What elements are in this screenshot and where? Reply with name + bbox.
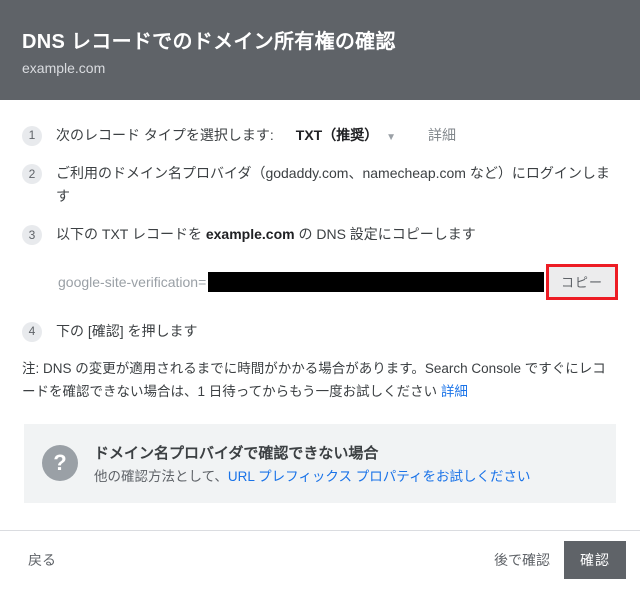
dialog-header: DNS レコードでのドメイン所有権の確認 example.com <box>0 0 640 100</box>
help-url-prefix-link[interactable]: URL プレフィックス プロパティをお試しください <box>228 469 531 484</box>
step-3-domain: example.com <box>206 226 295 242</box>
help-sub-prefix: 他の確認方法として、 <box>94 469 228 484</box>
dns-note-details-link[interactable]: 詳細 <box>441 384 468 399</box>
record-type-value: TXT（推奨） <box>296 127 378 143</box>
step-number-badge: 2 <box>22 164 42 184</box>
step-1-label: 次のレコード タイプを選択します: <box>56 124 274 146</box>
step-4-text: 下の [確認] を押します <box>56 320 618 342</box>
dns-note-text: 注: DNS の変更が適用されるまでに時間がかかる場合があります。Search … <box>22 361 606 399</box>
step-3-prefix: 以下の TXT レコードを <box>56 226 206 242</box>
dialog-title: DNS レコードでのドメイン所有権の確認 <box>22 25 618 54</box>
help-title: ドメイン名プロバイダで確認できない場合 <box>94 442 530 463</box>
back-button[interactable]: 戻る <box>14 542 70 578</box>
step-1-row: 次のレコード タイプを選択します: TXT（推奨） ▼ 詳細 <box>56 124 618 146</box>
confirm-button[interactable]: 確認 <box>564 541 626 579</box>
txt-record-row: google-site-verification= コピー <box>56 264 618 300</box>
chevron-down-icon: ▼ <box>386 132 396 143</box>
step-2-text: ご利用のドメイン名プロバイダ（godaddy.com、namecheap.com… <box>56 162 618 207</box>
step-3-suffix: の DNS 設定にコピーします <box>295 226 476 242</box>
txt-record-field[interactable]: google-site-verification= <box>56 264 544 300</box>
txt-record-prefix: google-site-verification= <box>56 274 206 290</box>
help-text: ドメイン名プロバイダで確認できない場合 他の確認方法として、URL プレフィック… <box>94 442 530 485</box>
header-domain: example.com <box>22 60 618 76</box>
step-3-text: 以下の TXT レコードを example.com の DNS 設定にコピーしま… <box>56 223 618 245</box>
dialog-footer: 戻る 後で確認 確認 <box>0 530 640 589</box>
later-button[interactable]: 後で確認 <box>480 542 564 578</box>
step-number-badge: 4 <box>22 322 42 342</box>
step-4: 4 下の [確認] を押します <box>22 320 618 342</box>
step-2: 2 ご利用のドメイン名プロバイダ（godaddy.com、namecheap.c… <box>22 162 618 207</box>
dialog-content: 1 次のレコード タイプを選択します: TXT（推奨） ▼ 詳細 2 ご利用のド… <box>0 100 640 503</box>
copy-highlight-box: コピー <box>546 264 618 300</box>
txt-record-redacted <box>208 272 544 292</box>
help-sub: 他の確認方法として、URL プレフィックス プロパティをお試しください <box>94 465 530 485</box>
step-number-badge: 1 <box>22 126 42 146</box>
step-number-badge: 3 <box>22 225 42 245</box>
copy-button[interactable]: コピー <box>549 267 615 297</box>
help-box: ? ドメイン名プロバイダで確認できない場合 他の確認方法として、URL プレフィ… <box>24 424 616 503</box>
dns-note: 注: DNS の変更が適用されるまでに時間がかかる場合があります。Search … <box>22 358 618 404</box>
step-3: 3 以下の TXT レコードを example.com の DNS 設定にコピー… <box>22 223 618 245</box>
record-type-dropdown[interactable]: TXT（推奨） ▼ <box>296 124 414 146</box>
question-icon: ? <box>42 445 78 481</box>
step-1: 1 次のレコード タイプを選択します: TXT（推奨） ▼ 詳細 <box>22 124 618 146</box>
record-type-details-link[interactable]: 詳細 <box>428 124 456 146</box>
